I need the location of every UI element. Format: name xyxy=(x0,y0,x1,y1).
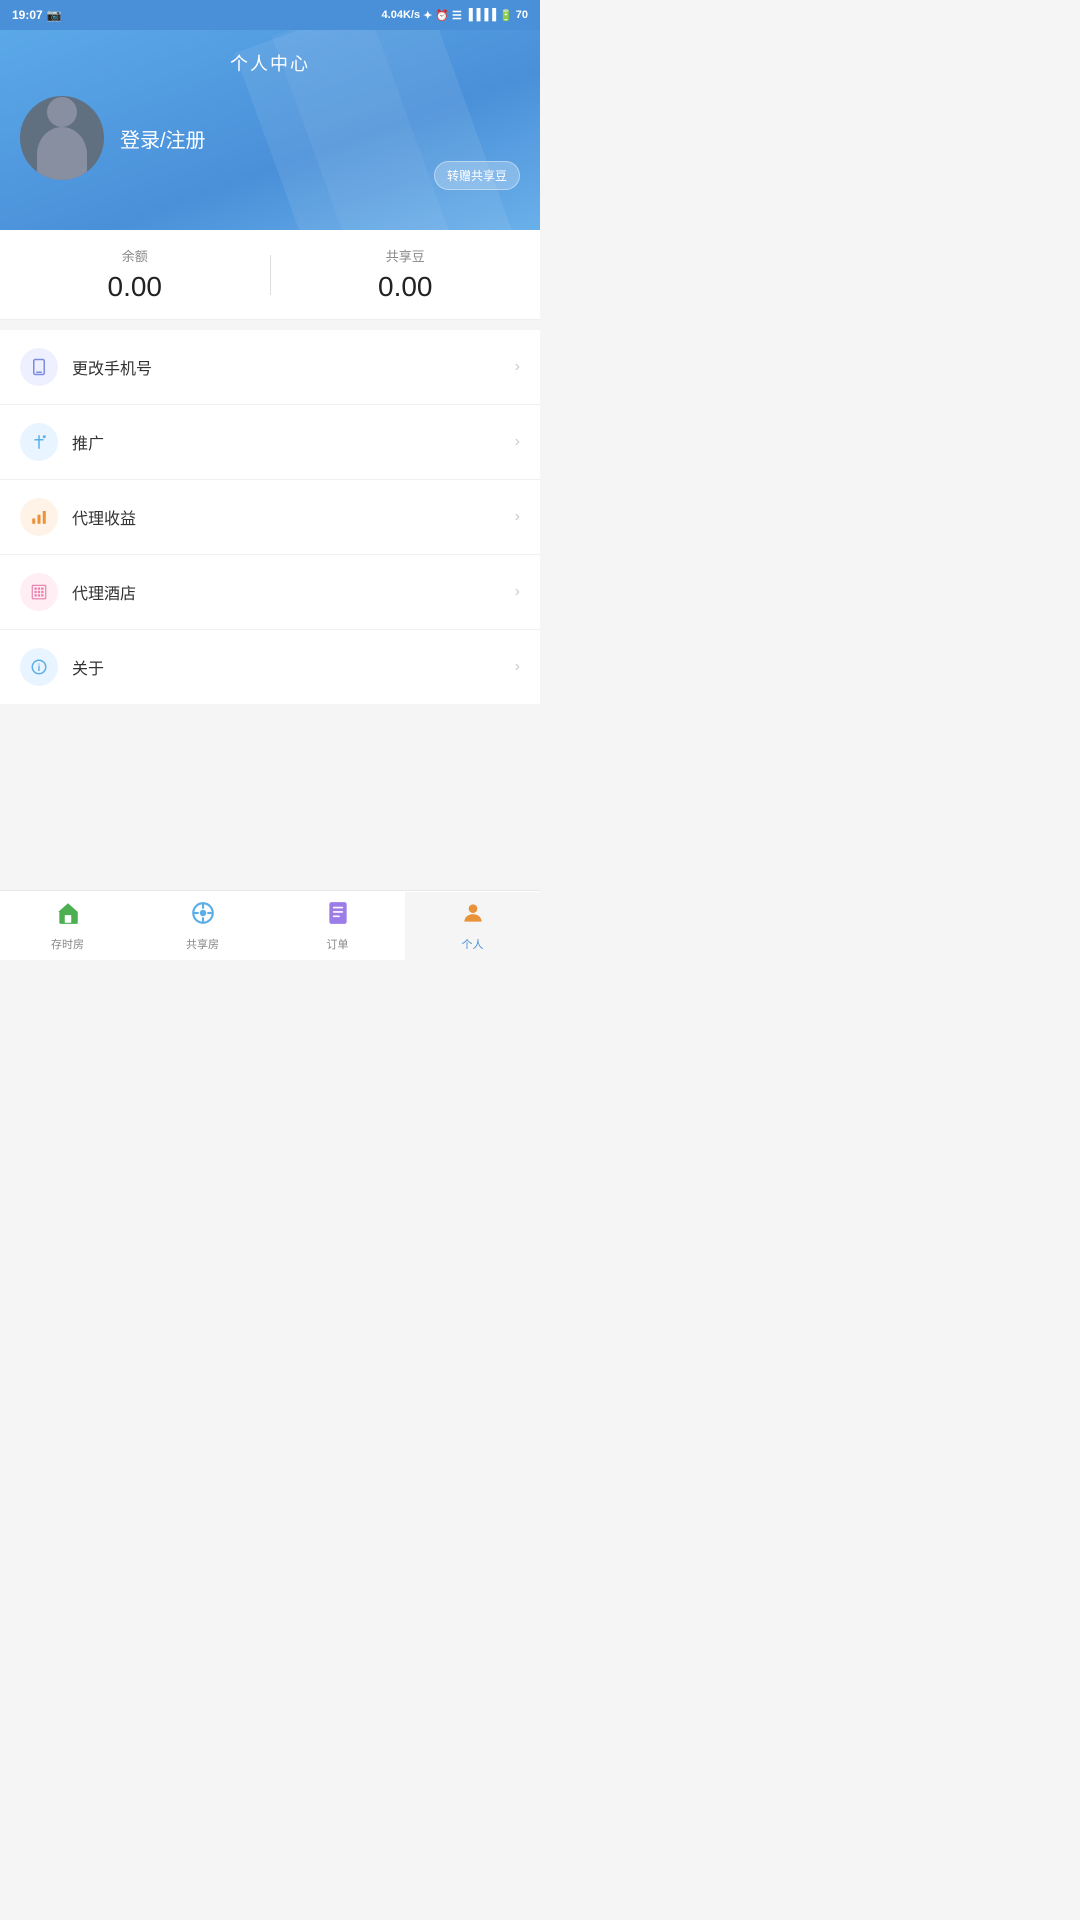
order-icon xyxy=(325,900,351,933)
menu-section: 更改手机号 › 推广 › 代理收益 › xyxy=(0,330,540,704)
sharing-label: 共享豆 xyxy=(271,246,541,265)
chevron-right-icon-about: › xyxy=(515,658,520,676)
nav-item-profile[interactable]: 个人 xyxy=(405,892,540,960)
avatar[interactable] xyxy=(20,96,104,180)
status-right: 4.04K/s ✦ ⏰ ☰ ▐▐▐▐ 🔋 70 xyxy=(382,9,528,22)
menu-label-earnings: 代理收益 xyxy=(72,505,515,529)
login-register-text[interactable]: 登录/注册 xyxy=(120,124,206,153)
status-left: 19:07 📷 xyxy=(12,8,62,22)
nav-item-home[interactable]: 存时房 xyxy=(0,892,135,960)
chevron-right-icon-earnings: › xyxy=(515,508,520,526)
phone-icon-wrap xyxy=(20,348,58,386)
person-svg xyxy=(460,900,486,926)
menu-label-phone: 更改手机号 xyxy=(72,355,515,379)
alarm-icon: ⏰ xyxy=(435,9,449,22)
remain-label: 余额 xyxy=(0,246,270,265)
signal-icon: ▐▐▐▐ xyxy=(465,9,496,21)
battery-icon: 🔋 xyxy=(499,9,513,22)
time: 19:07 xyxy=(12,8,43,22)
avatar-head xyxy=(47,97,77,127)
share-svg xyxy=(190,900,216,926)
sharing-value: 0.00 xyxy=(271,271,541,303)
about-icon-wrap: i xyxy=(20,648,58,686)
profile-row: 登录/注册 转赠共享豆 xyxy=(20,96,520,180)
avatar-body xyxy=(37,127,87,180)
menu-label-hotel: 代理酒店 xyxy=(72,580,515,604)
hotel-icon xyxy=(30,583,48,601)
phone-icon xyxy=(30,358,48,376)
share-icon xyxy=(190,900,216,933)
nav-label-profile: 个人 xyxy=(462,936,484,952)
home-icon xyxy=(55,900,81,933)
chevron-right-icon-hotel: › xyxy=(515,583,520,601)
info-icon: i xyxy=(30,658,48,676)
hotel-icon-wrap xyxy=(20,573,58,611)
menu-item-hotel[interactable]: 代理酒店 › xyxy=(0,555,540,630)
earnings-icon xyxy=(30,508,48,526)
menu-label-promo: 推广 xyxy=(72,430,515,454)
nav-label-home: 存时房 xyxy=(51,936,84,952)
balance-section: 余额 0.00 共享豆 0.00 xyxy=(0,230,540,320)
order-svg xyxy=(325,900,351,926)
menu-label-about: 关于 xyxy=(72,655,515,679)
home-svg xyxy=(55,900,81,926)
nav-item-share[interactable]: 共享房 xyxy=(135,892,270,960)
svg-text:i: i xyxy=(38,663,41,674)
balance-remain: 余额 0.00 xyxy=(0,246,270,303)
remain-value: 0.00 xyxy=(0,271,270,303)
chevron-right-icon-promo: › xyxy=(515,433,520,451)
menu-icon: ☰ xyxy=(452,9,462,22)
promo-icon-wrap xyxy=(20,423,58,461)
balance-sharing: 共享豆 0.00 xyxy=(271,246,541,303)
bottom-nav: 存时房 共享房 订单 xyxy=(0,890,540,960)
transfer-sharing-button[interactable]: 转赠共享豆 xyxy=(434,161,520,190)
page-title: 个人中心 xyxy=(20,50,520,76)
camera-icon: 📷 xyxy=(47,8,62,22)
nav-label-order: 订单 xyxy=(327,936,349,952)
menu-item-earnings[interactable]: 代理收益 › xyxy=(0,480,540,555)
battery-level: 70 xyxy=(516,9,528,21)
chevron-right-icon-phone: › xyxy=(515,358,520,376)
speed: 4.04K/s xyxy=(382,9,421,21)
menu-item-phone[interactable]: 更改手机号 › xyxy=(0,330,540,405)
promo-icon xyxy=(30,433,48,451)
menu-item-about[interactable]: i 关于 › xyxy=(0,630,540,704)
nav-item-order[interactable]: 订单 xyxy=(270,892,405,960)
header-section: 个人中心 登录/注册 转赠共享豆 xyxy=(0,30,540,230)
menu-item-promo[interactable]: 推广 › xyxy=(0,405,540,480)
earnings-icon-wrap xyxy=(20,498,58,536)
person-icon xyxy=(460,900,486,933)
status-bar: 19:07 📷 4.04K/s ✦ ⏰ ☰ ▐▐▐▐ 🔋 70 xyxy=(0,0,540,30)
bluetooth-icon: ✦ xyxy=(423,9,432,22)
nav-label-share: 共享房 xyxy=(186,936,219,952)
